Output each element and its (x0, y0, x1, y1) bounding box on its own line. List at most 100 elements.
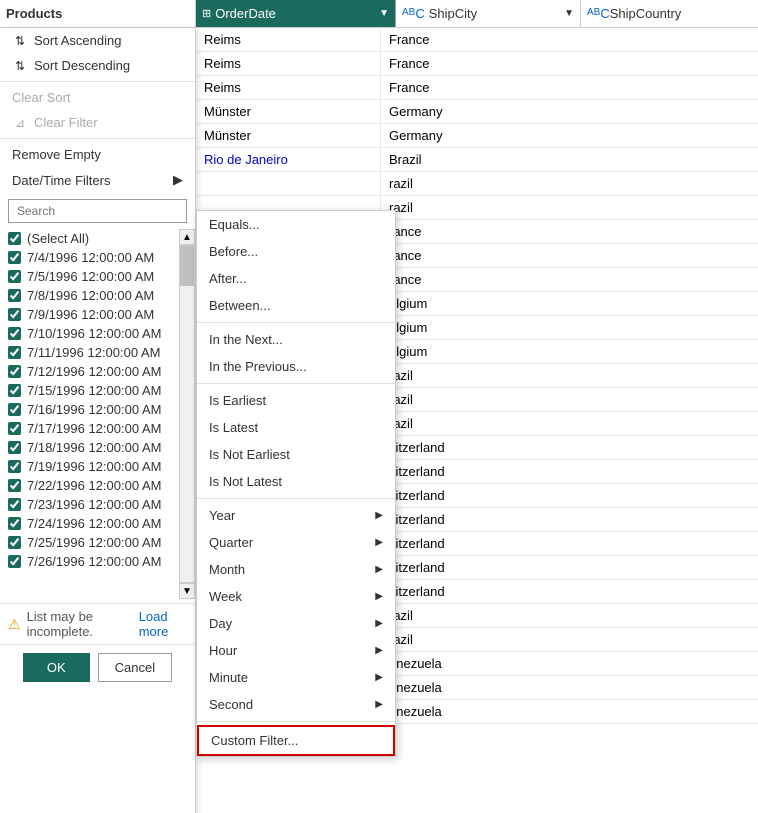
list-item-checkbox[interactable] (8, 498, 21, 511)
submenu-arrow-icon: ▶ (173, 172, 183, 188)
table-row: razil (196, 172, 758, 196)
list-item[interactable]: 7/11/1996 12:00:00 AM (0, 343, 195, 362)
country-cell: vitzerland (381, 532, 758, 555)
table-row: ReimsFrance (196, 52, 758, 76)
list-item[interactable]: 7/9/1996 12:00:00 AM (0, 305, 195, 324)
equals-item[interactable]: Equals... (197, 211, 395, 238)
datetime-filters-item[interactable]: Date/Time Filters ▶ (0, 167, 195, 193)
list-item-checkbox[interactable] (8, 517, 21, 530)
sort-ascending-item[interactable]: ⇅ Sort Ascending (0, 28, 195, 53)
is-not-earliest-item[interactable]: Is Not Earliest (197, 441, 395, 468)
custom-filter-item[interactable]: Custom Filter... (197, 725, 395, 756)
table-row: ReimsFrance (196, 28, 758, 52)
quarter-item[interactable]: Quarter ▶ (197, 529, 395, 556)
list-item-checkbox[interactable] (8, 555, 21, 568)
is-latest-item[interactable]: Is Latest (197, 414, 395, 441)
is-not-latest-item[interactable]: Is Not Latest (197, 468, 395, 495)
sort-descending-label: Sort Descending (34, 58, 130, 73)
list-item[interactable]: 7/18/1996 12:00:00 AM (0, 438, 195, 457)
list-item[interactable]: 7/15/1996 12:00:00 AM (0, 381, 195, 400)
city-cell: Münster (196, 100, 381, 123)
abc-icon: ABC (402, 6, 425, 21)
sort-descending-item[interactable]: ⇅ Sort Descending (0, 53, 195, 78)
list-item-checkbox[interactable] (8, 365, 21, 378)
list-item-checkbox[interactable] (8, 346, 21, 359)
list-item-label: 7/19/1996 12:00:00 AM (27, 459, 161, 474)
submenu-sep3 (197, 498, 395, 499)
list-item[interactable]: 7/19/1996 12:00:00 AM (0, 457, 195, 476)
dropdown-arrow-icon[interactable]: ▼ (379, 8, 389, 19)
before-item[interactable]: Before... (197, 238, 395, 265)
list-item[interactable]: 7/17/1996 12:00:00 AM (0, 419, 195, 438)
sort-desc-icon: ⇅ (12, 59, 28, 73)
country-cell: razil (381, 412, 758, 435)
scroll-up-button[interactable]: ▲ (179, 229, 195, 245)
after-item[interactable]: After... (197, 265, 395, 292)
list-item-checkbox[interactable] (8, 479, 21, 492)
list-item-label: 7/8/1996 12:00:00 AM (27, 288, 154, 303)
list-item-checkbox[interactable] (8, 289, 21, 302)
remove-empty-item[interactable]: Remove Empty (0, 142, 195, 167)
between-item[interactable]: Between... (197, 292, 395, 319)
list-item-checkbox[interactable] (8, 327, 21, 340)
country-cell: razil (381, 196, 758, 219)
orderdate-header[interactable]: ⊞ OrderDate ▼ (196, 0, 396, 27)
scroll-down-button[interactable]: ▼ (179, 583, 195, 599)
list-item-label: 7/12/1996 12:00:00 AM (27, 364, 161, 379)
checkbox-list: (Select All) 7/4/1996 12:00:00 AM7/5/199… (0, 229, 195, 599)
month-label: Month (209, 562, 245, 577)
action-buttons: OK Cancel (0, 644, 195, 690)
load-more-link[interactable]: Load more (139, 609, 187, 639)
day-item[interactable]: Day ▶ (197, 610, 395, 637)
checkbox-list-container: (Select All) 7/4/1996 12:00:00 AM7/5/199… (0, 229, 195, 599)
shipcity-dropdown-icon[interactable]: ▼ (564, 8, 574, 19)
country-cell: razil (381, 604, 758, 627)
hour-item[interactable]: Hour ▶ (197, 637, 395, 664)
select-all-checkbox[interactable] (8, 232, 21, 245)
list-item-checkbox[interactable] (8, 270, 21, 283)
is-earliest-item[interactable]: Is Earliest (197, 387, 395, 414)
list-item[interactable]: 7/22/1996 12:00:00 AM (0, 476, 195, 495)
in-prev-item[interactable]: In the Previous... (197, 353, 395, 380)
list-item[interactable]: 7/4/1996 12:00:00 AM (0, 248, 195, 267)
year-item[interactable]: Year ▶ (197, 502, 395, 529)
select-all-item[interactable]: (Select All) (0, 229, 195, 248)
list-item-checkbox[interactable] (8, 460, 21, 473)
ok-button[interactable]: OK (23, 653, 90, 682)
list-item-checkbox[interactable] (8, 422, 21, 435)
list-item-checkbox[interactable] (8, 441, 21, 454)
cancel-button[interactable]: Cancel (98, 653, 172, 682)
after-label: After... (209, 271, 247, 286)
search-box (8, 199, 187, 223)
list-item[interactable]: 7/23/1996 12:00:00 AM (0, 495, 195, 514)
list-item[interactable]: 7/10/1996 12:00:00 AM (0, 324, 195, 343)
in-next-item[interactable]: In the Next... (197, 326, 395, 353)
list-item[interactable]: 7/5/1996 12:00:00 AM (0, 267, 195, 286)
shipcity-header[interactable]: ABC ShipCity ▼ (396, 0, 581, 27)
list-item-checkbox[interactable] (8, 403, 21, 416)
second-item[interactable]: Second ▶ (197, 691, 395, 718)
list-item-checkbox[interactable] (8, 384, 21, 397)
submenu-sep4 (197, 721, 395, 722)
search-input[interactable] (8, 199, 187, 223)
table-icon: ⊞ (202, 7, 211, 20)
list-item-checkbox[interactable] (8, 308, 21, 321)
scrollbar-thumb[interactable] (180, 246, 194, 286)
country-cell: Germany (381, 124, 758, 147)
list-item[interactable]: 7/8/1996 12:00:00 AM (0, 286, 195, 305)
country-cell: rance (381, 220, 758, 243)
list-item[interactable]: 7/16/1996 12:00:00 AM (0, 400, 195, 419)
list-item[interactable]: 7/24/1996 12:00:00 AM (0, 514, 195, 533)
list-item-label: 7/22/1996 12:00:00 AM (27, 478, 161, 493)
week-item[interactable]: Week ▶ (197, 583, 395, 610)
city-cell: Reims (196, 28, 381, 51)
country-cell: enezuela (381, 700, 758, 723)
month-item[interactable]: Month ▶ (197, 556, 395, 583)
list-item-checkbox[interactable] (8, 251, 21, 264)
list-item-label: 7/11/1996 12:00:00 AM (27, 345, 160, 360)
list-item-checkbox[interactable] (8, 536, 21, 549)
list-item[interactable]: 7/25/1996 12:00:00 AM (0, 533, 195, 552)
list-item[interactable]: 7/12/1996 12:00:00 AM (0, 362, 195, 381)
minute-item[interactable]: Minute ▶ (197, 664, 395, 691)
list-item[interactable]: 7/26/1996 12:00:00 AM (0, 552, 195, 571)
